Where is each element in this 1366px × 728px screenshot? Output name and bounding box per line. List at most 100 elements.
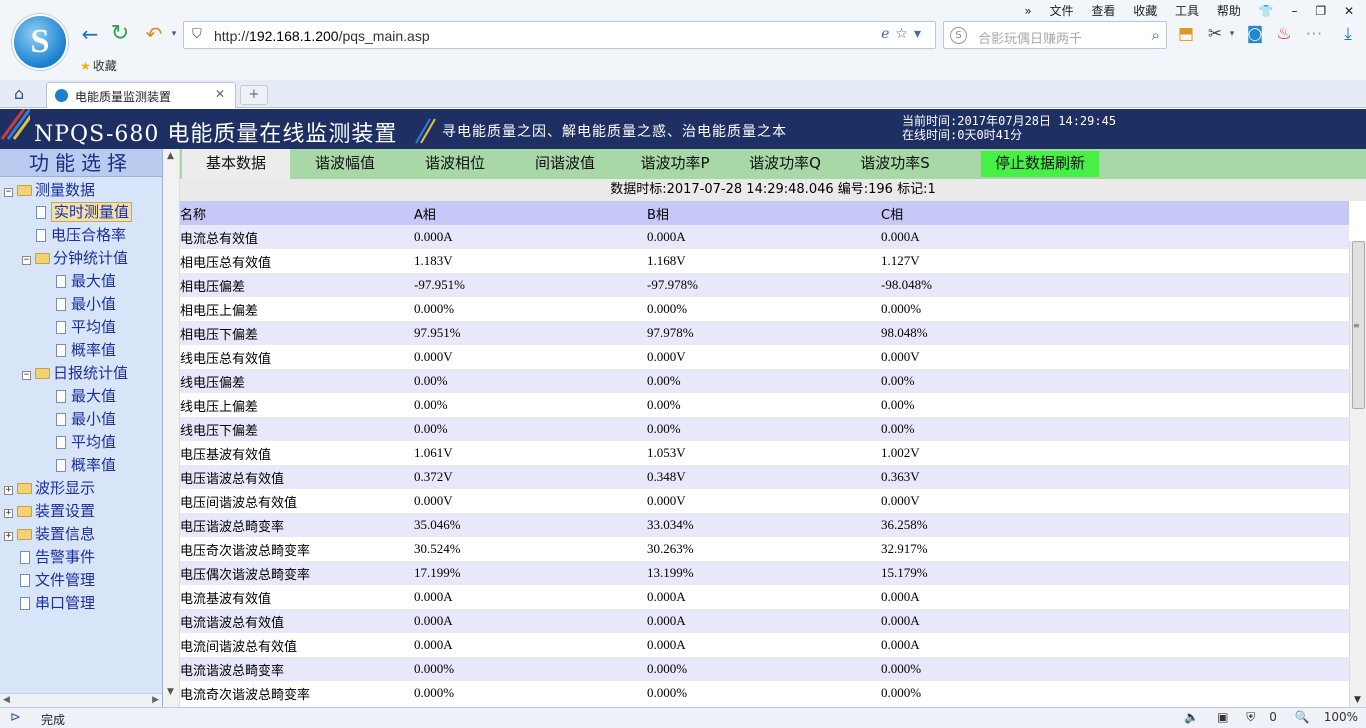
expand-icon[interactable]: +	[4, 509, 13, 518]
tree-alarm-events[interactable]: 告警事件	[20, 546, 95, 568]
tree-voltage-pass-rate[interactable]: 电压合格率	[36, 224, 126, 246]
scroll-down-icon[interactable]: ▼	[1354, 695, 1361, 705]
restore-icon[interactable]: ❐	[1315, 4, 1326, 18]
document-icon	[20, 597, 30, 610]
volume-icon[interactable]: 🔈	[1184, 710, 1199, 724]
back-arrow-icon[interactable]: ←	[78, 22, 102, 46]
row-name-cell: 相电压上偏差	[180, 297, 414, 321]
adblock-icon[interactable]: ⛨	[1246, 710, 1255, 724]
home-icon[interactable]: ⌂	[14, 84, 24, 103]
tree-file-management[interactable]: 文件管理	[20, 569, 95, 591]
favorites-label[interactable]: 收藏	[93, 59, 117, 73]
search-input[interactable]: 合影玩偶日赚两千	[978, 28, 1082, 47]
sidebar-horizontal-scrollbar[interactable]: ◀ ▶	[0, 693, 162, 707]
search-engine-icon[interactable]: S	[950, 27, 967, 44]
tree-minute-min[interactable]: 最小值	[56, 293, 116, 315]
tree-realtime-values[interactable]: 实时测量值	[36, 201, 133, 223]
tree-measure-data[interactable]: − 测量数据	[4, 179, 95, 201]
scroll-up-icon[interactable]: ▲	[167, 151, 174, 161]
menu-view[interactable]: 查看	[1091, 4, 1115, 18]
tree-waveform[interactable]: + 波形显示	[4, 477, 95, 499]
table-row: 相电压偏差 -97.951% -97.978% -98.048%	[180, 273, 1349, 297]
tab-close-icon[interactable]: ✕	[215, 87, 225, 101]
tree-daily-prob[interactable]: 概率值	[56, 454, 116, 476]
tab-interharmonic[interactable]: 间谐波值	[510, 149, 620, 179]
collapse-icon[interactable]: −	[4, 188, 13, 197]
menu-bar: » 文件 查看 收藏 工具 帮助 👕 – ❐ ✕	[1010, 2, 1354, 18]
document-icon	[36, 206, 46, 219]
zoom-level[interactable]: 100%	[1324, 710, 1358, 724]
download-icon[interactable]: ⤓	[1338, 24, 1358, 44]
current-time: 当前时间:2017年07月28日 14:29:45	[902, 114, 1117, 128]
tree-device-settings[interactable]: + 装置设置	[4, 500, 95, 522]
scroll-left-icon[interactable]: ◀	[3, 695, 10, 705]
stop-refresh-button[interactable]: 停止数据刷新	[981, 151, 1099, 177]
table-row: 电压偶次谐波总畸变率 17.199% 13.199% 15.179%	[180, 561, 1349, 585]
table-row: 线电压总有效值 0.000V 0.000V 0.000V	[180, 345, 1349, 369]
tab-harmonic-power-p[interactable]: 谐波功率P	[620, 149, 730, 179]
frame-divider-scrollbar[interactable]: ▲ ▼	[163, 149, 180, 707]
expand-icon[interactable]: +	[4, 532, 13, 541]
sidebar-toggle-icon[interactable]: ⊳	[10, 710, 21, 725]
favorites-bar[interactable]: ★ 收藏	[80, 57, 117, 74]
zoom-icon[interactable]: 🔍	[1295, 710, 1310, 724]
new-tab-button[interactable]: +	[240, 85, 268, 105]
row-name-cell: 线电压上偏差	[180, 393, 414, 417]
tab-harmonic-power-s[interactable]: 谐波功率S	[840, 149, 950, 179]
row-value-cell: 0.000A	[881, 609, 1349, 633]
scissors-dropdown-icon[interactable]: ▾	[1222, 24, 1242, 44]
row-value-cell: 0.000A	[647, 585, 881, 609]
tab-harmonic-power-q[interactable]: 谐波功率Q	[730, 149, 840, 179]
more-icon[interactable]: ⋯	[1304, 24, 1324, 44]
tree-minute-max[interactable]: 最大值	[56, 270, 116, 292]
tab-harmonic-amplitude[interactable]: 谐波幅值	[290, 149, 400, 179]
table-body: 电流总有效值 0.000A 0.000A 0.000A 相电压总有效值 1.183V 1.1…	[180, 225, 1349, 705]
tree-daily-min[interactable]: 最小值	[56, 408, 116, 430]
collapse-icon[interactable]: −	[22, 256, 31, 265]
tree-daily-avg[interactable]: 平均值	[56, 431, 116, 453]
collection-icon[interactable]: ⬒	[1176, 24, 1196, 44]
minimize-icon[interactable]: –	[1292, 4, 1298, 18]
skin-icon[interactable]: 👕	[1259, 4, 1274, 18]
address-bar[interactable]: ⛉ http://192.168.1.200/pqs_main.asp ℯ☆▾	[183, 21, 936, 49]
row-value-cell: 0.000V	[647, 489, 881, 513]
cloud-icon[interactable]: ♨	[1274, 24, 1294, 44]
ie-star-dropdown-icons[interactable]: ℯ☆▾	[881, 26, 927, 42]
collapse-icon[interactable]: −	[22, 371, 31, 380]
search-box[interactable]: S 合影玩偶日赚两千 ⌕	[943, 21, 1167, 49]
menu-favorites[interactable]: 收藏	[1133, 4, 1157, 18]
tree-serial-management[interactable]: 串口管理	[20, 592, 95, 614]
table-row: 相电压上偏差 0.000% 0.000% 0.000%	[180, 297, 1349, 321]
tab-harmonic-phase[interactable]: 谐波相位	[400, 149, 510, 179]
url-text[interactable]: http://192.168.1.200/pqs_main.asp	[214, 28, 430, 44]
row-value-cell: 0.000%	[647, 681, 881, 705]
table-vertical-scrollbar[interactable]: ≡ ▼	[1349, 241, 1366, 707]
menu-help[interactable]: 帮助	[1217, 4, 1241, 18]
row-value-cell: 97.951%	[414, 321, 647, 345]
tree-daily-stats[interactable]: − 日报统计值	[22, 362, 128, 384]
tab-basic-data[interactable]: 基本数据	[182, 149, 290, 179]
search-icon[interactable]: ⌕	[1152, 26, 1160, 44]
browser-tab[interactable]: 电能质量监测装置 ✕	[46, 82, 236, 108]
scroll-down-icon[interactable]: ▼	[167, 687, 174, 697]
expand-icon[interactable]: +	[4, 486, 13, 495]
tree-minute-stats[interactable]: − 分钟统计值	[22, 247, 128, 269]
row-value-cell: 0.000V	[881, 345, 1349, 369]
menu-file[interactable]: 文件	[1050, 4, 1074, 18]
menu-tools[interactable]: 工具	[1175, 4, 1199, 18]
browser-logo[interactable]: S	[12, 14, 68, 70]
tree-minute-prob[interactable]: 概率值	[56, 339, 116, 361]
refresh-icon[interactable]: ↻	[108, 22, 132, 46]
main-panel: ▲ ▼ 基本数据 谐波幅值 谐波相位 间谐波值 谐波功率P 谐波功率Q 谐波功率…	[163, 149, 1366, 707]
close-window-icon[interactable]: ✕	[1344, 4, 1354, 18]
menu-chevrons-icon[interactable]: »	[1024, 4, 1031, 18]
translate-icon[interactable]: ◙	[1245, 24, 1265, 44]
device-icon[interactable]: ▣	[1217, 710, 1228, 724]
scroll-right-icon[interactable]: ▶	[152, 695, 159, 705]
row-value-cell: 30.524%	[414, 537, 647, 561]
table-row: 电流总有效值 0.000A 0.000A 0.000A	[180, 225, 1349, 249]
tree-minute-avg[interactable]: 平均值	[56, 316, 116, 338]
row-value-cell: 1.061V	[414, 441, 647, 465]
tree-device-info[interactable]: + 装置信息	[4, 523, 95, 545]
tree-daily-max[interactable]: 最大值	[56, 385, 116, 407]
